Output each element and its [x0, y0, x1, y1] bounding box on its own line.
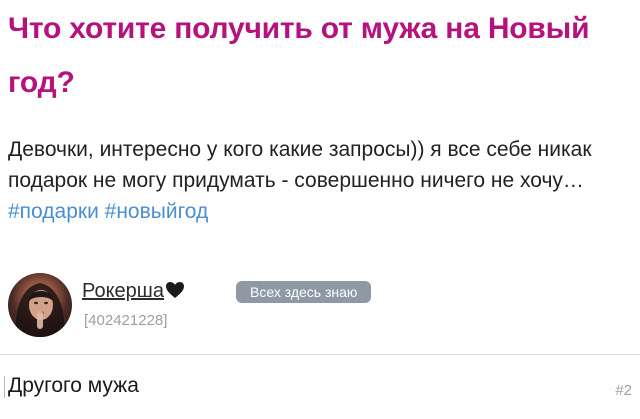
- author-block: Рокерша Всех здесь знаю [402421228]: [8, 265, 628, 345]
- comment-text: Другого мужа: [8, 374, 139, 397]
- avatar-photo-icon: [15, 283, 65, 337]
- comment-number[interactable]: #2: [615, 382, 632, 400]
- author-user-id: [402421228]: [84, 312, 168, 329]
- comment-edge-line: [4, 376, 5, 398]
- author-status-badge: Всех здесь знаю: [236, 281, 372, 303]
- hashtag-link-gifts[interactable]: #подарки: [8, 200, 99, 223]
- hashtag-link-new-year[interactable]: #новыйгод: [105, 200, 209, 223]
- post-container: Что хотите получить от мужа на Новый год…: [0, 0, 640, 419]
- author-name-link[interactable]: Рокерша: [82, 279, 185, 303]
- post-body: Девочки, интересно у кого какие запросы)…: [8, 134, 628, 227]
- post-body-text: Девочки, интересно у кого какие запросы)…: [8, 138, 592, 192]
- avatar[interactable]: [8, 273, 72, 337]
- black-heart-icon: [165, 282, 184, 298]
- author-name-text: Рокерша: [82, 280, 164, 302]
- post-title: Что хотите получить от мужа на Новый год…: [8, 12, 590, 99]
- comment-divider: [0, 354, 640, 355]
